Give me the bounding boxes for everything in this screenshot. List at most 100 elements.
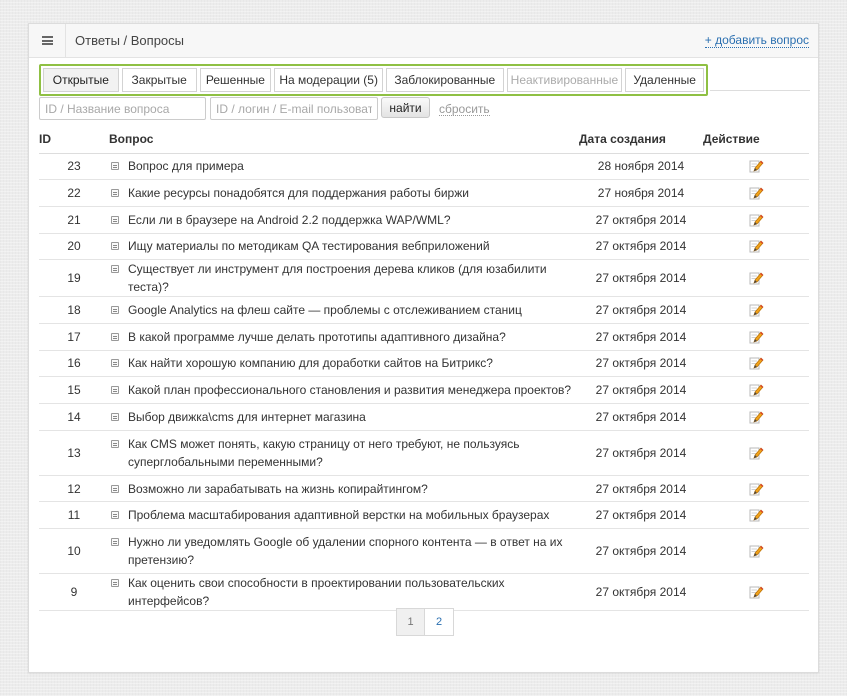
tab-closed[interactable]: Закрытые [121, 68, 197, 92]
add-question-link[interactable]: + добавить вопрос [704, 34, 809, 48]
question-link[interactable]: Ищу материалы по методикам QA тестирован… [128, 237, 490, 255]
question-link[interactable]: Какие ресурсы понадобятся для поддержани… [128, 184, 469, 202]
table-row: 10 Нужно ли уведомлять Google об удалении… [39, 528, 809, 575]
question-link[interactable]: Существует ли инструмент для построения … [128, 260, 579, 296]
edit-pencil-icon[interactable] [748, 238, 764, 254]
hamburger-icon [41, 36, 53, 45]
question-link[interactable]: Какой план профессионального становления… [128, 381, 571, 399]
table-row: 23 Вопрос для примера 28 ноября 2014 [39, 153, 809, 181]
row-id: 19 [39, 259, 109, 298]
row-action [703, 296, 809, 324]
row-date: 27 октября 2014 [579, 233, 703, 261]
row-date: 27 октября 2014 [579, 403, 703, 431]
tabs-divider [710, 90, 810, 91]
tab-inactive[interactable]: Неактивированные [506, 68, 623, 92]
row-id: 17 [39, 323, 109, 351]
row-id: 20 [39, 233, 109, 261]
edit-pencil-icon[interactable] [748, 329, 764, 345]
question-icon [111, 359, 119, 368]
edit-pencil-icon[interactable] [748, 158, 764, 174]
tab-moderation[interactable]: На модерации (5) [274, 68, 383, 92]
edit-pencil-icon[interactable] [748, 543, 764, 559]
edit-pencil-icon[interactable] [748, 507, 764, 523]
table-row: 13 Как CMS может понять, какую страницу о… [39, 430, 809, 476]
question-link[interactable]: Если ли в браузере на Android 2.2 поддер… [128, 211, 451, 229]
edit-pencil-icon[interactable] [748, 302, 764, 318]
row-action [703, 206, 809, 234]
column-header-date: Дата создания [579, 126, 703, 154]
table-row: 14 Выбор движка\cms для интернет магазина… [39, 403, 809, 431]
page-2-button[interactable]: 2 [425, 608, 454, 636]
page-title: Ответы / Вопросы [75, 33, 185, 48]
row-action [703, 376, 809, 404]
row-date: 27 октября 2014 [579, 259, 703, 298]
column-header-id: ID [39, 126, 109, 154]
row-date: 27 октября 2014 [579, 350, 703, 378]
page-1-button[interactable]: 1 [396, 608, 425, 636]
row-id: 18 [39, 296, 109, 324]
menu-toggle-button[interactable] [29, 24, 66, 57]
table-row: 17 В какой программе лучше делать прототи… [39, 323, 809, 351]
question-link[interactable]: Проблема масштабирования адаптивной верс… [128, 506, 549, 524]
row-question: Как оценить свои способности в проектиро… [109, 573, 579, 612]
pagination: 1 2 [396, 608, 454, 636]
question-icon [111, 412, 119, 421]
question-icon [111, 439, 119, 448]
question-icon [111, 332, 119, 341]
edit-pencil-icon[interactable] [748, 481, 764, 497]
table-row: 15 Какой план профессионального становлен… [39, 376, 809, 404]
row-date: 27 октября 2014 [579, 206, 703, 234]
edit-pencil-icon[interactable] [748, 270, 764, 286]
question-search-input[interactable] [39, 97, 206, 120]
row-action [703, 153, 809, 181]
tab-open[interactable]: Открытые [43, 68, 119, 92]
question-link[interactable]: Как CMS может понять, какую страницу от … [128, 435, 579, 471]
row-id: 15 [39, 376, 109, 404]
row-question: Как CMS может понять, какую страницу от … [109, 430, 579, 476]
row-question: Как найти хорошую компанию для доработки… [109, 350, 579, 378]
find-button[interactable]: найти [381, 97, 430, 118]
question-link[interactable]: В какой программе лучше делать прототипы… [128, 328, 506, 346]
question-link[interactable]: Google Analytics на флеш сайте — проблем… [128, 301, 522, 319]
edit-pencil-icon[interactable] [748, 212, 764, 228]
row-action [703, 501, 809, 530]
row-action [703, 475, 809, 503]
question-link[interactable]: Как найти хорошую компанию для доработки… [128, 354, 493, 372]
row-action [703, 573, 809, 612]
column-header-action: Действие [703, 126, 809, 154]
question-link[interactable]: Нужно ли уведомлять Google об удалении с… [128, 533, 579, 569]
question-link[interactable]: Возможно ли зарабатывать на жизнь копира… [128, 480, 428, 498]
tab-solved[interactable]: Решенные [199, 68, 272, 92]
edit-pencil-icon[interactable] [748, 584, 764, 600]
row-action [703, 528, 809, 575]
table-row: 11 Проблема масштабирования адаптивной ве… [39, 501, 809, 530]
question-link[interactable]: Как оценить свои способности в проектиро… [128, 574, 579, 610]
row-question: Возможно ли зарабатывать на жизнь копира… [109, 475, 579, 503]
question-icon [111, 538, 119, 547]
row-question: Ищу материалы по методикам QA тестирован… [109, 233, 579, 261]
row-date: 27 ноября 2014 [579, 179, 703, 207]
row-question: В какой программе лучше делать прототипы… [109, 323, 579, 351]
row-date: 27 октября 2014 [579, 323, 703, 351]
edit-pencil-icon[interactable] [748, 185, 764, 201]
row-id: 23 [39, 153, 109, 181]
question-link[interactable]: Выбор движка\cms для интернет магазина [128, 408, 366, 426]
question-link[interactable]: Вопрос для примера [128, 157, 244, 175]
question-icon [111, 484, 119, 493]
tab-deleted[interactable]: Удаленные [625, 68, 704, 92]
edit-pencil-icon[interactable] [748, 382, 764, 398]
edit-pencil-icon[interactable] [748, 409, 764, 425]
user-search-input[interactable] [210, 97, 378, 120]
row-question: Если ли в браузере на Android 2.2 поддер… [109, 206, 579, 234]
row-date: 27 октября 2014 [579, 296, 703, 324]
reset-link[interactable]: сбросить [439, 103, 490, 116]
questions-table: ID Вопрос Дата создания Действие 23 Вопро… [39, 126, 809, 612]
row-date: 27 октября 2014 [579, 573, 703, 612]
edit-pencil-icon[interactable] [748, 445, 764, 461]
row-date: 27 октября 2014 [579, 376, 703, 404]
row-date: 27 октября 2014 [579, 475, 703, 503]
edit-pencil-icon[interactable] [748, 355, 764, 371]
tab-blocked[interactable]: Заблокированные [385, 68, 504, 92]
question-icon [111, 242, 119, 251]
row-id: 16 [39, 350, 109, 378]
